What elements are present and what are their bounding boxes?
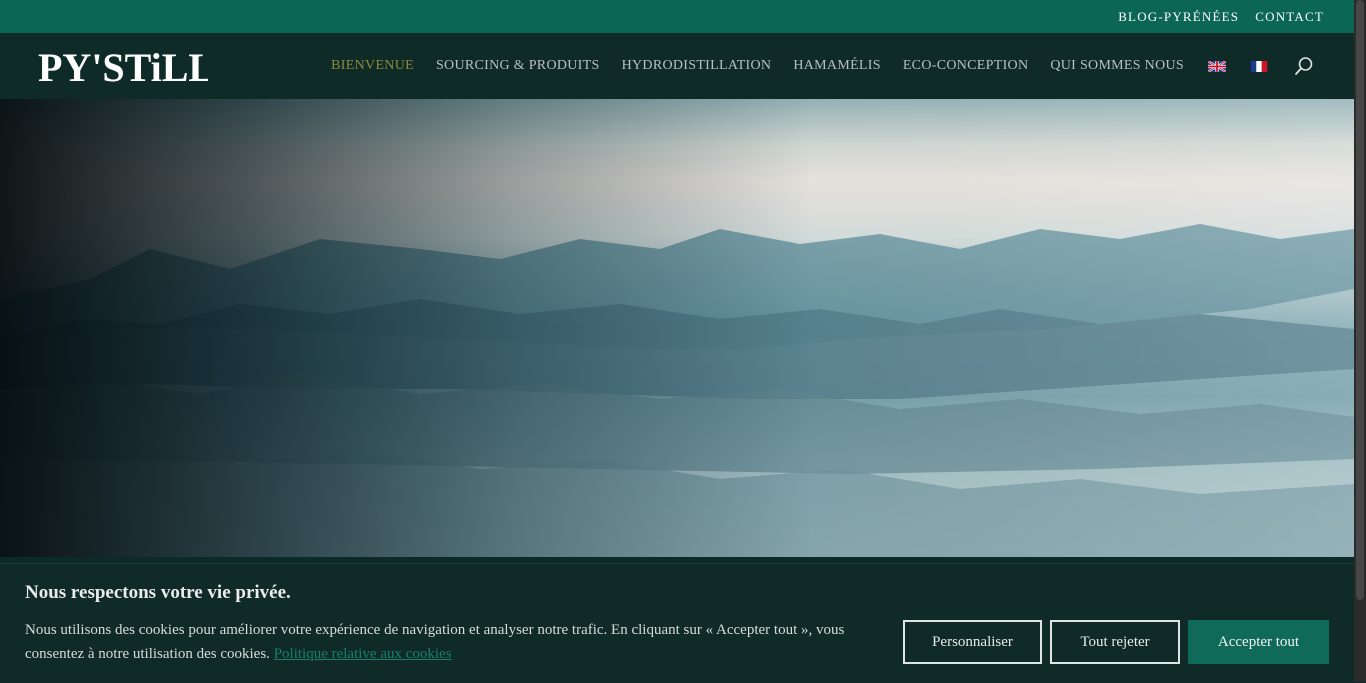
scrollbar-thumb[interactable] [1356,0,1364,600]
logo[interactable]: PY'STiLL [38,43,208,87]
flag-uk-icon[interactable] [1208,60,1226,72]
cookie-title: Nous respectons votre vie privée. [25,582,291,603]
cookie-text: Nous utilisons des cookies pour améliore… [25,618,875,666]
main-nav: BIENVENUE SOURCING & PRODUITS HYDRODISTI… [309,33,1314,99]
page-scrollbar[interactable] [1354,0,1366,682]
nav-item-hydrodistillation[interactable]: HYDRODISTILLATION [622,58,772,74]
top-links: BLOG-PYRÉNÉES CONTACT [1118,0,1324,33]
contact-link[interactable]: CONTACT [1255,9,1324,25]
nav-item-eco-conception[interactable]: ECO-CONCEPTION [903,58,1029,74]
search-icon[interactable] [1294,56,1314,76]
cookie-policy-link[interactable]: Politique relative aux cookies [274,646,452,662]
customize-button[interactable]: Personnaliser [903,620,1042,664]
site-header: PY'STiLL BIENVENUE SOURCING & PRODUITS H… [0,33,1354,99]
nav-item-bienvenue[interactable]: BIENVENUE [331,58,414,74]
top-bar: BLOG-PYRÉNÉES CONTACT [0,0,1354,33]
hero-dark-overlay [0,99,1354,557]
cookie-banner: Nous respectons votre vie privée. Nous u… [0,563,1354,683]
hero-image [0,99,1354,557]
nav-item-qui-sommes-nous[interactable]: QUI SOMMES NOUS [1050,58,1184,74]
accept-all-button[interactable]: Accepter tout [1188,620,1329,664]
nav-item-hamamelis[interactable]: HAMAMÉLIS [793,58,880,74]
flag-fr-icon[interactable] [1250,60,1268,72]
blog-pyrenees-link[interactable]: BLOG-PYRÉNÉES [1118,9,1239,25]
logo-text: PY'STiLL [38,45,208,87]
nav-item-sourcing[interactable]: SOURCING & PRODUITS [436,58,600,74]
reject-all-button[interactable]: Tout rejeter [1050,620,1180,664]
